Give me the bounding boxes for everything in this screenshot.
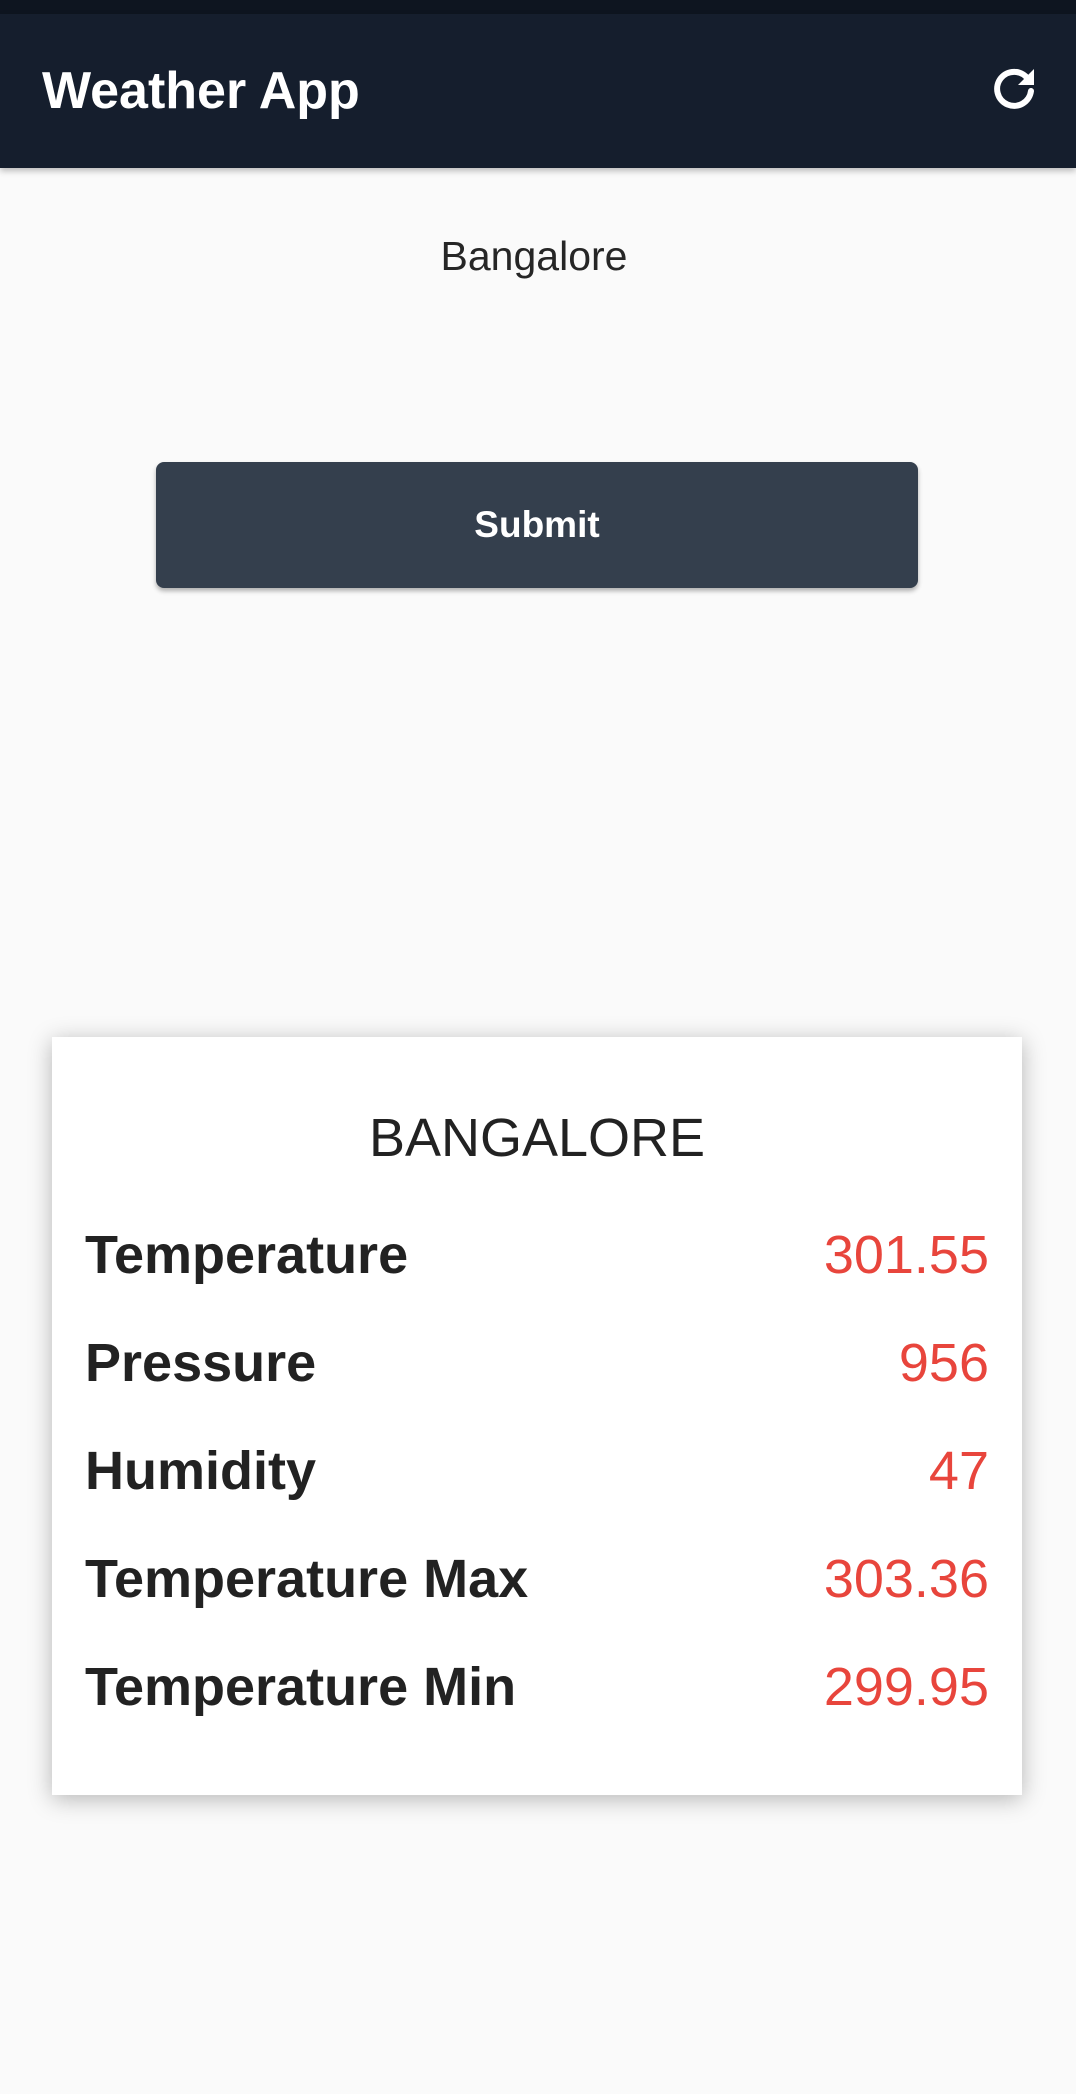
stat-label: Temperature Max: [85, 1549, 529, 1609]
stat-value: 303.36: [823, 1549, 989, 1609]
submit-button[interactable]: Submit: [156, 462, 918, 588]
refresh-button[interactable]: [980, 57, 1048, 125]
stat-row-pressure: Pressure 956: [85, 1326, 989, 1400]
stat-value: 301.55: [823, 1225, 989, 1285]
app-bar: Weather App: [0, 14, 1076, 168]
city-input[interactable]: [40, 215, 1028, 297]
stat-label: Temperature Min: [85, 1657, 517, 1717]
refresh-icon: [994, 68, 1034, 109]
stat-row-temperature-max: Temperature Max 303.36: [85, 1542, 989, 1616]
stat-row-temperature-min: Temperature Min 299.95: [85, 1650, 989, 1724]
stat-label: Humidity: [85, 1441, 317, 1501]
status-bar: [0, 0, 1076, 14]
weather-card: BANGALORE Temperature 301.55 Pressure 95…: [52, 1037, 1022, 1795]
stat-label: Pressure: [85, 1333, 317, 1393]
stat-label: Temperature: [85, 1225, 409, 1285]
stat-value: 956: [898, 1333, 989, 1393]
stat-value: 47: [928, 1441, 989, 1501]
stat-row-temperature: Temperature 301.55: [85, 1218, 989, 1292]
stat-row-humidity: Humidity 47: [85, 1434, 989, 1508]
app-title: Weather App: [42, 62, 360, 120]
stat-value: 299.95: [823, 1657, 989, 1717]
card-city-name: BANGALORE: [368, 1108, 706, 1168]
